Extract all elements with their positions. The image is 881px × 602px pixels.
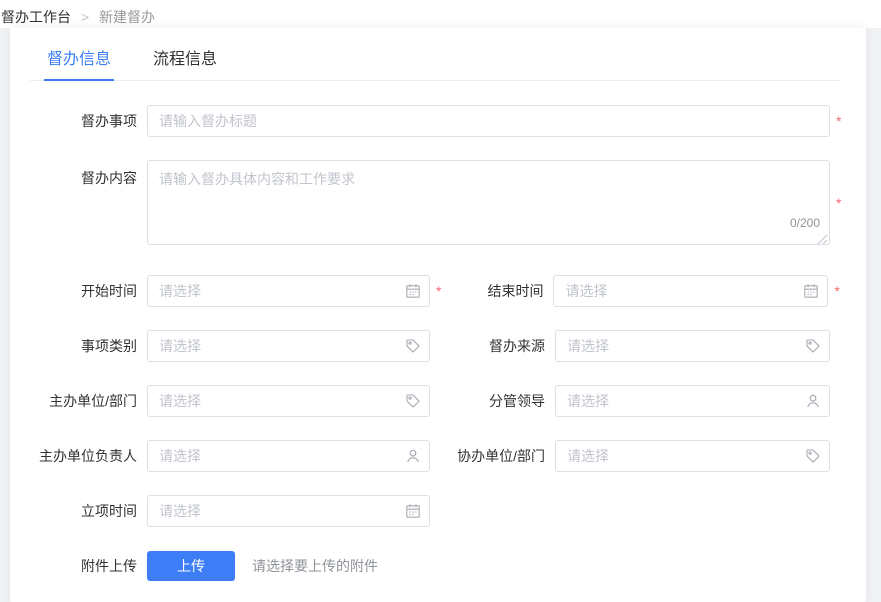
required-asterisk: *: [834, 284, 839, 298]
row-approval-date: 立项时间: [10, 495, 866, 527]
content-textarea[interactable]: [147, 160, 830, 245]
required-asterisk: *: [836, 114, 841, 128]
approval-date-label: 立项时间: [10, 495, 137, 527]
row-content: 督办内容 0/200 *: [10, 160, 866, 245]
host-dept-label: 主办单位/部门: [10, 385, 137, 417]
tab-process-info[interactable]: 流程信息: [150, 45, 220, 80]
breadcrumb: 督办工作台 > 新建督办: [1, 7, 155, 27]
leader-input[interactable]: [555, 385, 830, 417]
host-person-label: 主办单位负责人: [10, 440, 137, 472]
approval-date-field: [147, 495, 430, 527]
end-date-label: 结束时间: [428, 275, 543, 307]
row-person-assist: 主办单位负责人 协办单位/部门: [10, 440, 866, 472]
breadcrumb-item-new: 新建督办: [99, 9, 155, 25]
host-person-field: [147, 440, 430, 472]
source-input[interactable]: [555, 330, 830, 362]
start-date-label: 开始时间: [10, 275, 137, 307]
row-category-source: 事项类别 督办来源: [10, 330, 866, 362]
upload-button[interactable]: 上传: [147, 551, 235, 581]
tab-supervision-info[interactable]: 督办信息: [44, 45, 114, 81]
breadcrumb-separator-icon: >: [81, 9, 89, 25]
end-date-field: [553, 275, 828, 307]
host-dept-field: [147, 385, 430, 417]
category-field: [147, 330, 430, 362]
required-asterisk: *: [836, 196, 841, 210]
category-label: 事项类别: [10, 330, 137, 362]
supervision-form: 督办事项 * 督办内容 0/200 * 开始时间: [10, 81, 866, 582]
resize-handle-icon[interactable]: [817, 232, 828, 243]
assist-dept-label: 协办单位/部门: [430, 440, 545, 472]
char-counter: 0/200: [790, 217, 820, 229]
category-input[interactable]: [147, 330, 430, 362]
leader-field: [555, 385, 830, 417]
row-dates: 开始时间 * 结束时间: [10, 275, 866, 307]
title-field: [147, 105, 830, 137]
leader-label: 分管领导: [430, 385, 545, 417]
title-input[interactable]: [147, 105, 830, 137]
source-label: 督办来源: [430, 330, 545, 362]
content-label: 督办内容: [10, 160, 137, 245]
tab-bar: 督办信息 流程信息: [30, 28, 841, 81]
breadcrumb-item-workbench[interactable]: 督办工作台: [1, 9, 71, 25]
start-date-field: [147, 275, 430, 307]
end-date-input[interactable]: [553, 275, 828, 307]
host-dept-input[interactable]: [147, 385, 430, 417]
source-field: [555, 330, 830, 362]
host-person-input[interactable]: [147, 440, 430, 472]
start-date-input[interactable]: [147, 275, 430, 307]
assist-dept-input[interactable]: [555, 440, 830, 472]
form-card: 督办信息 流程信息 督办事项 * 督办内容 0/200 * 开始时: [10, 28, 866, 602]
row-attachment: 附件上传 上传 请选择要上传的附件: [10, 550, 866, 582]
row-dept-leader: 主办单位/部门 分管领导: [10, 385, 866, 417]
assist-dept-field: [555, 440, 830, 472]
row-title: 督办事项 *: [10, 105, 866, 137]
upload-hint: 请选择要上传的附件: [252, 556, 378, 576]
attachment-label: 附件上传: [10, 550, 137, 582]
approval-date-input[interactable]: [147, 495, 430, 527]
title-label: 督办事项: [10, 105, 137, 137]
content-field: 0/200: [147, 160, 830, 245]
